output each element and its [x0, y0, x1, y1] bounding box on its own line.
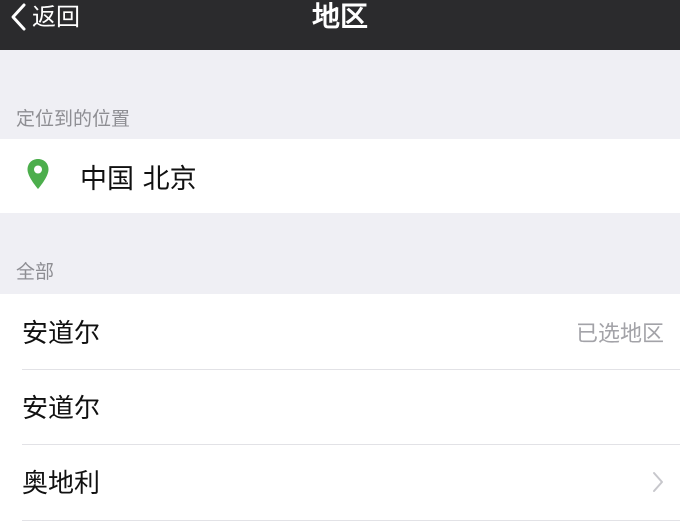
navigation-bar: 返回 地区 — [0, 0, 680, 50]
chevron-right-icon — [652, 471, 664, 497]
region-label: 安道尔 — [22, 394, 101, 424]
region-label: 安道尔 — [22, 319, 101, 349]
page-title: 地区 — [311, 0, 368, 33]
list-item-region[interactable]: 安道尔 — [0, 369, 680, 444]
selected-region-note: 已选地区 — [575, 321, 664, 347]
location-pin-icon — [0, 158, 50, 194]
list-item-region[interactable]: 安道尔 已选地区 — [0, 294, 680, 369]
located-group: 中国 北京 — [0, 139, 680, 213]
divider — [22, 520, 680, 521]
current-location-row[interactable]: 中国 北京 — [0, 139, 680, 213]
section-header-located: 定位到的位置 — [16, 108, 131, 130]
section-header-all: 全部 — [16, 261, 55, 283]
region-label: 奥地利 — [22, 469, 101, 499]
region-list: 安道尔 已选地区 安道尔 奥地利 — [0, 294, 680, 524]
list-item-region[interactable]: 奥地利 — [0, 444, 680, 519]
current-location-label: 中国 北京 — [80, 163, 197, 195]
